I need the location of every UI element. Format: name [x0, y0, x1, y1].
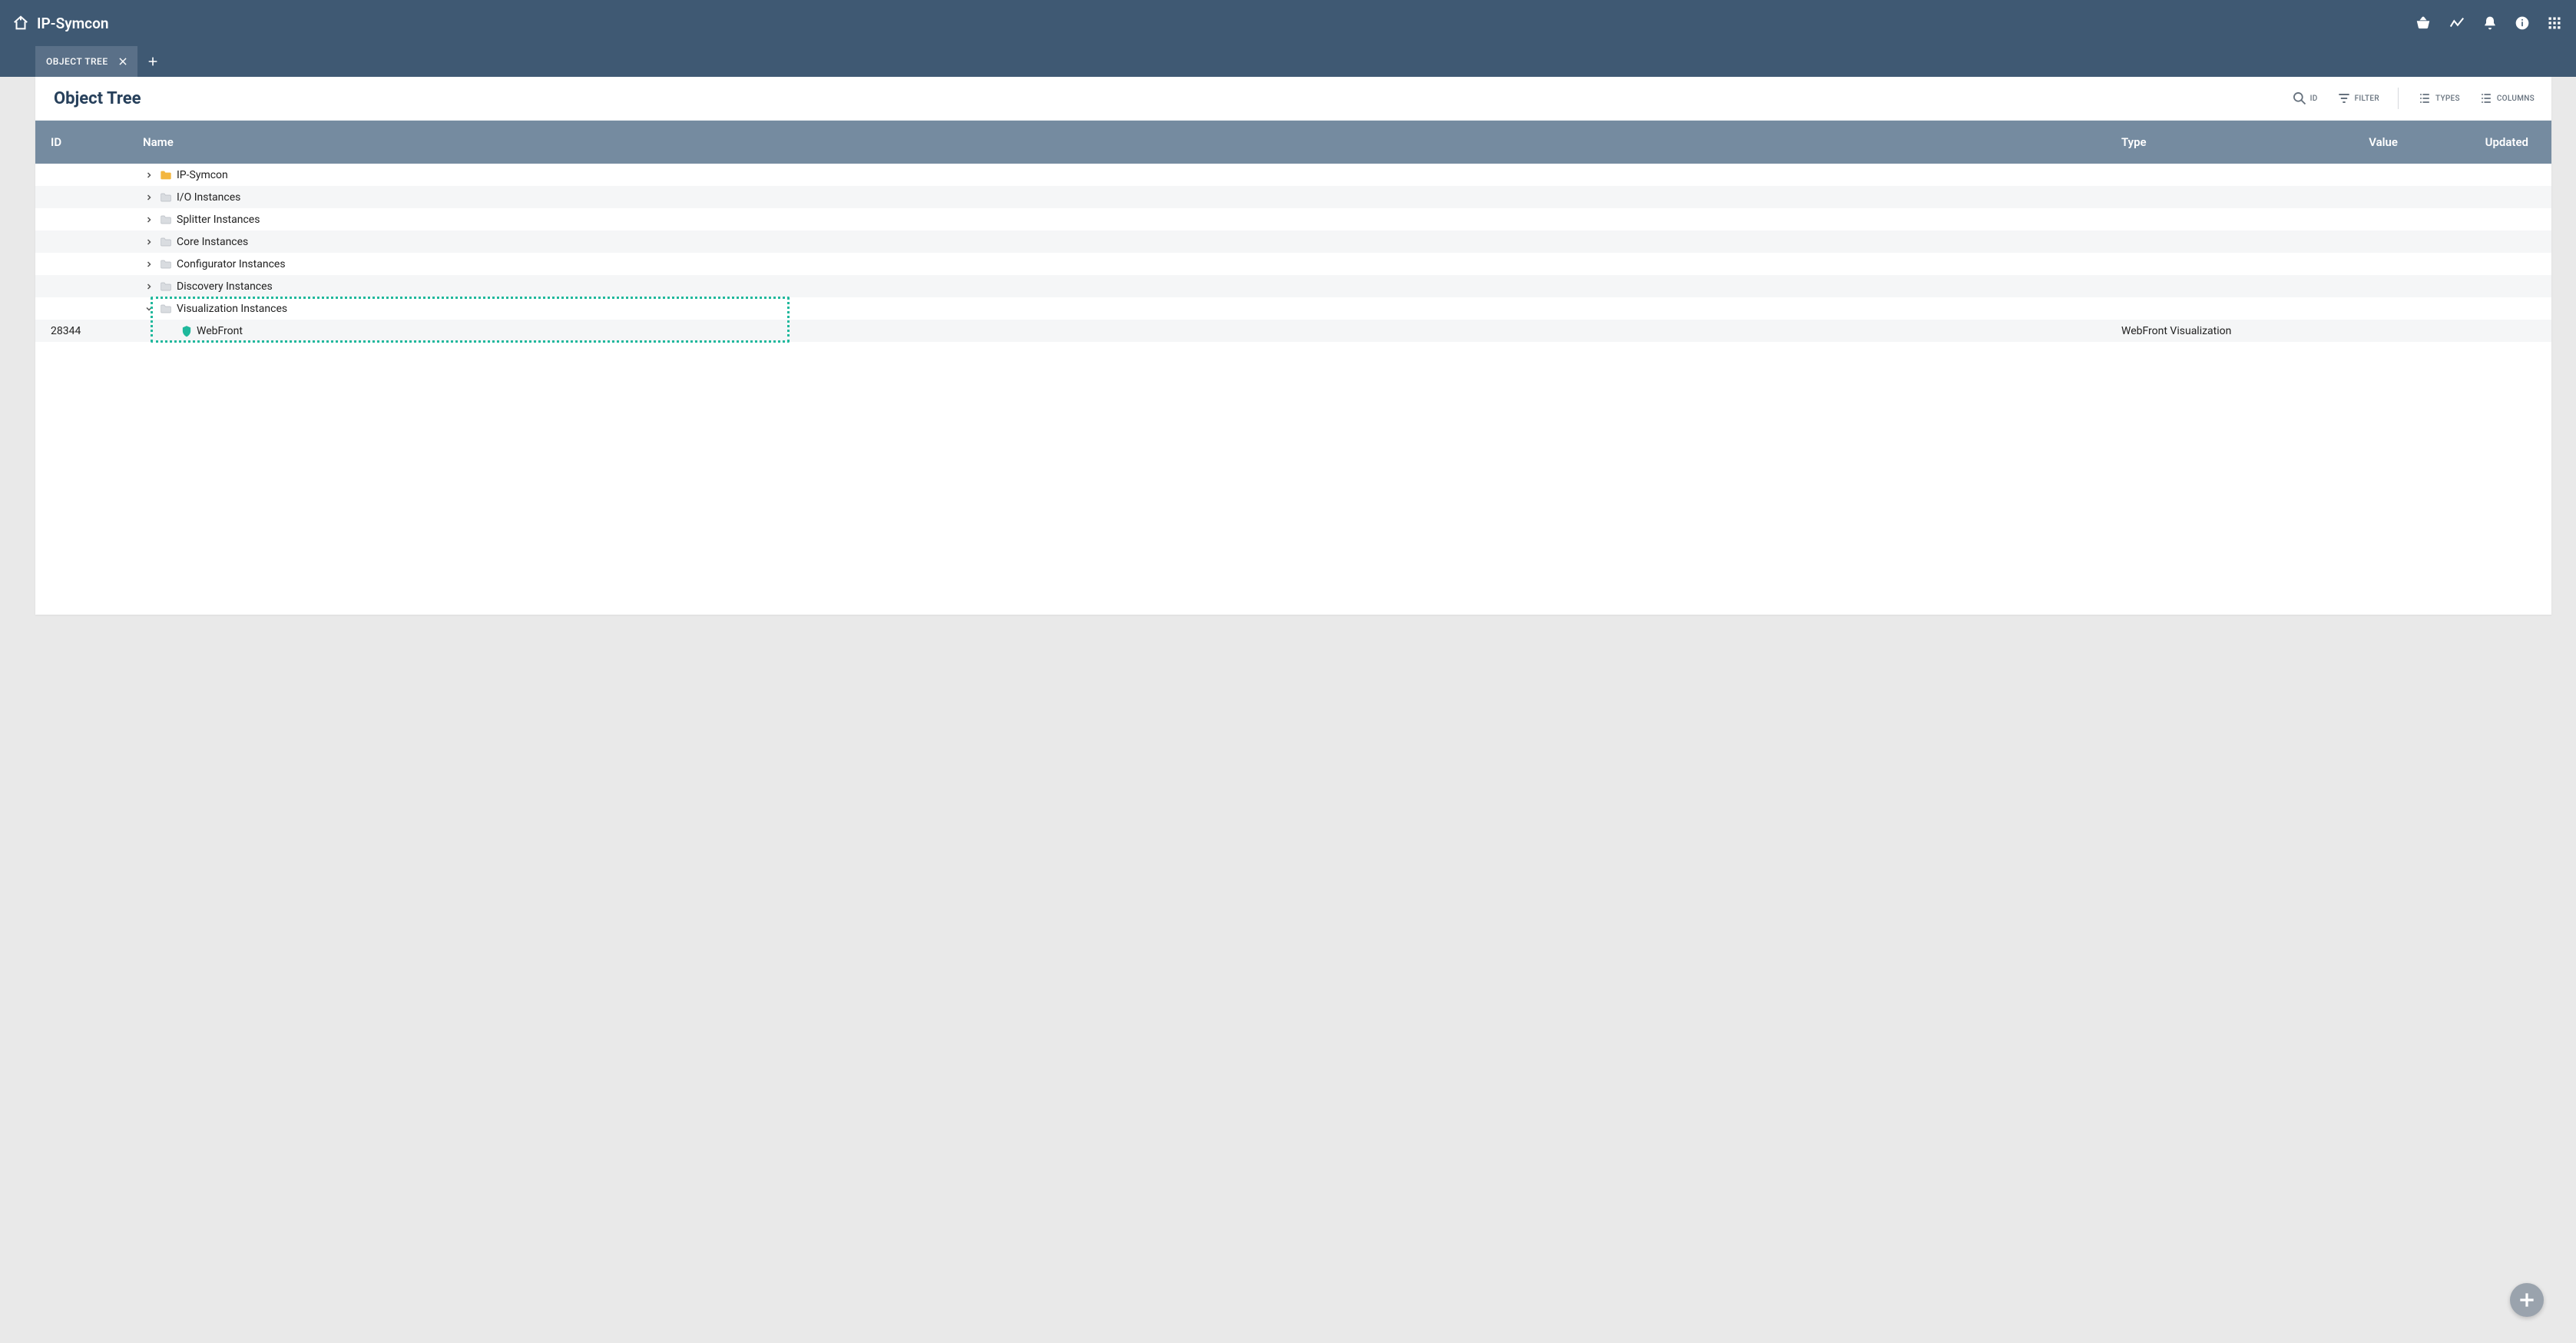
folder-outline-icon	[160, 259, 172, 270]
folder-outline-icon	[160, 281, 172, 292]
tool-label: TYPES	[2435, 95, 2460, 103]
row-label: IP-Symcon	[177, 169, 228, 181]
topbar: IP-Symcon	[0, 0, 2576, 46]
bell-icon[interactable]	[2482, 15, 2498, 32]
tool-label: ID	[2310, 95, 2318, 103]
chevron-down-icon[interactable]	[143, 304, 155, 313]
basket-icon[interactable]	[2415, 15, 2432, 32]
tree-rows: IP-Symcon I/O Instances Splitter Instances…	[35, 164, 2551, 342]
tab-label: OBJECT TREE	[46, 56, 108, 67]
panel-title: Object Tree	[54, 89, 141, 108]
close-icon[interactable]	[118, 56, 128, 67]
chevron-right-icon[interactable]	[143, 237, 155, 247]
cell-name: WebFront	[143, 325, 2121, 337]
chevron-right-icon[interactable]	[143, 215, 155, 224]
tree-row[interactable]: 28344 WebFront WebFront Visualization	[35, 320, 2551, 342]
apps-icon[interactable]	[2547, 15, 2562, 31]
cell-name: Core Instances	[143, 236, 2121, 248]
cell-name: Splitter Instances	[143, 214, 2121, 226]
cell-name: Visualization Instances	[143, 303, 2121, 315]
col-id[interactable]: ID	[51, 135, 143, 149]
tree-row[interactable]: Splitter Instances	[35, 208, 2551, 230]
top-actions	[2415, 15, 2562, 32]
row-label: I/O Instances	[177, 191, 240, 204]
folder-outline-icon	[160, 214, 172, 225]
types-tool[interactable]: TYPES	[2417, 91, 2460, 106]
row-label: WebFront	[197, 325, 243, 337]
add-fab[interactable]	[2510, 1283, 2544, 1317]
row-label: Discovery Instances	[177, 280, 273, 293]
brand[interactable]: IP-Symcon	[12, 15, 108, 32]
filter-tool[interactable]: FILTER	[2336, 91, 2379, 106]
workspace: Object Tree ID FILTER TYPES COLUMNS	[0, 77, 2576, 1343]
panel-header: Object Tree ID FILTER TYPES COLUMNS	[35, 77, 2551, 121]
chevron-right-icon[interactable]	[143, 282, 155, 291]
cell-type: WebFront Visualization	[2121, 325, 2267, 337]
activity-icon[interactable]	[2449, 15, 2465, 32]
cell-name: IP-Symcon	[143, 169, 2121, 181]
tab-object-tree[interactable]: OBJECT TREE	[35, 46, 137, 77]
home-icon	[12, 15, 29, 32]
tab-add[interactable]	[137, 46, 168, 77]
folder-outline-icon	[160, 192, 172, 203]
shield-icon	[181, 325, 192, 337]
cell-name: I/O Instances	[143, 191, 2121, 204]
col-name[interactable]: Name	[143, 135, 2121, 149]
table-header: ID Name Type Value Updated	[35, 121, 2551, 164]
folder-icon	[160, 170, 172, 181]
chevron-right-icon[interactable]	[143, 260, 155, 269]
col-type[interactable]: Type	[2121, 135, 2267, 149]
tree-row[interactable]: Configurator Instances	[35, 253, 2551, 275]
cell-id: 28344	[51, 325, 143, 337]
col-value[interactable]: Value	[2267, 135, 2405, 149]
tool-label: FILTER	[2355, 95, 2379, 103]
tabstrip: OBJECT TREE	[0, 46, 2576, 77]
folder-outline-icon	[160, 303, 172, 314]
tree-row[interactable]: Visualization Instances	[35, 297, 2551, 320]
columns-tool[interactable]: COLUMNS	[2478, 91, 2535, 106]
info-icon[interactable]	[2515, 15, 2530, 31]
row-label: Core Instances	[177, 236, 248, 248]
chevron-right-icon[interactable]	[143, 171, 155, 180]
cell-name: Configurator Instances	[143, 258, 2121, 270]
panel: Object Tree ID FILTER TYPES COLUMNS	[35, 77, 2551, 615]
col-updated[interactable]: Updated	[2405, 135, 2536, 149]
tree-row[interactable]: Discovery Instances	[35, 275, 2551, 297]
row-label: Visualization Instances	[177, 303, 287, 315]
folder-outline-icon	[160, 237, 172, 247]
chevron-right-icon[interactable]	[143, 193, 155, 202]
tool-label: COLUMNS	[2497, 95, 2535, 103]
tree-row[interactable]: I/O Instances	[35, 186, 2551, 208]
tree-row[interactable]: IP-Symcon	[35, 164, 2551, 186]
toolbar: ID FILTER TYPES COLUMNS	[2292, 88, 2535, 109]
row-label: Splitter Instances	[177, 214, 260, 226]
cell-name: Discovery Instances	[143, 280, 2121, 293]
toolbar-divider	[2398, 88, 2399, 109]
app-title: IP-Symcon	[37, 15, 108, 32]
search-id-tool[interactable]: ID	[2292, 91, 2318, 106]
row-label: Configurator Instances	[177, 258, 286, 270]
tree-row[interactable]: Core Instances	[35, 230, 2551, 253]
